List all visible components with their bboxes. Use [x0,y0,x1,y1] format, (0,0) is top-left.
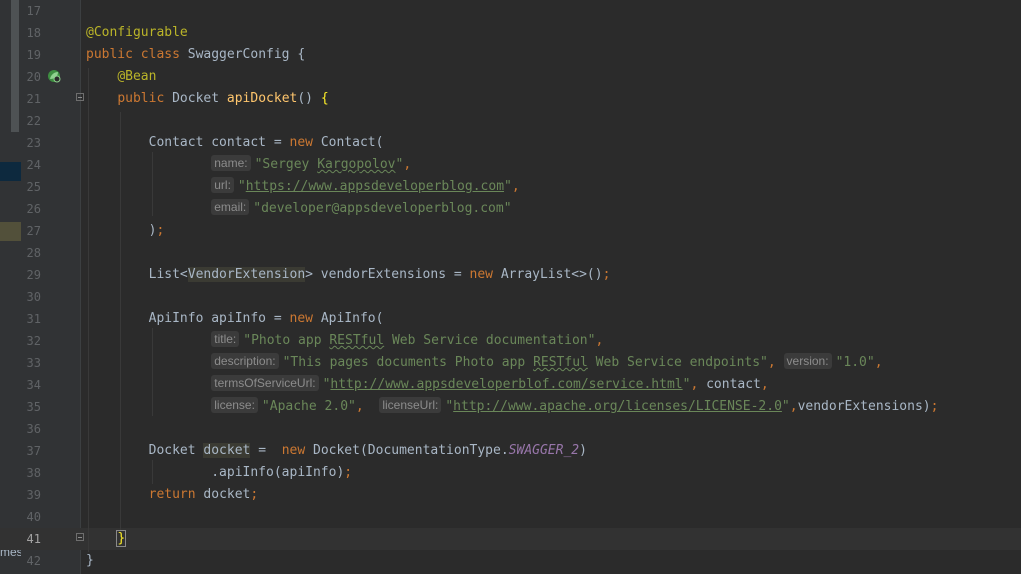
parameter-hint: description: [211,353,279,369]
code-text[interactable]: return docket; [86,484,259,506]
code-line[interactable]: 19 public class SwaggerConfig { [0,44,1021,66]
code-line[interactable]: 40 [0,506,1021,528]
code-text[interactable]: @Configurable [86,22,188,44]
line-number: 28 [26,246,41,260]
parameter-hint: name: [211,155,251,171]
code-text[interactable]: } [86,550,94,572]
code-text[interactable]: public class SwaggerConfig { [86,44,305,66]
code-line[interactable]: 35 license: "Apache 2.0", licenseUrl: "htt… [0,396,1021,418]
code-line[interactable]: 17 [0,0,1021,22]
code-text[interactable]: license: "Apache 2.0", licenseUrl: "http:/… [86,396,938,418]
parameter-hint: url: [211,177,234,193]
code-line[interactable]: 41 } [0,528,1021,550]
parameter-hint: termsOfServiceUrl: [211,375,319,391]
code-line[interactable]: 22 [0,110,1021,132]
line-number: 26 [26,202,41,216]
code-text[interactable]: Contact contact = new Contact( [86,132,384,154]
line-number: 32 [26,334,41,348]
code-line[interactable]: 20 @Bean [0,66,1021,88]
line-number: 27 [26,224,41,238]
line-number: 38 [26,466,41,480]
code-text[interactable]: @Bean [86,66,156,88]
line-number: 19 [26,48,41,62]
code-text[interactable]: .apiInfo(apiInfo); [86,462,352,484]
code-line[interactable]: 27 ); [0,220,1021,242]
line-number: 39 [26,488,41,502]
line-number: 33 [26,356,41,370]
line-number: 21 [26,92,41,106]
line-number: 35 [26,400,41,414]
indent-guide [152,328,153,416]
code-text[interactable]: } [86,528,127,550]
code-text[interactable]: termsOfServiceUrl: "http://www.appsdevelo… [86,374,769,396]
code-line[interactable]: 32 title: "Photo app RESTful Web Service … [0,330,1021,352]
line-number: 42 [26,554,41,568]
line-number: 17 [26,4,41,18]
indent-guide [88,68,89,552]
code-line[interactable]: 34 termsOfServiceUrl: "http://www.appsdev… [0,374,1021,396]
fold-marker[interactable] [76,93,84,101]
line-number: 20 [26,70,41,84]
line-number: 29 [26,268,41,282]
code-text[interactable]: name: "Sergey Kargopolov", [86,154,411,176]
line-number: 23 [26,136,41,150]
code-line[interactable]: 29 List<VendorExtension> vendorExtension… [0,264,1021,286]
line-number: 25 [26,180,41,194]
indent-guide [120,112,121,530]
code-line[interactable]: 26 email: "developer@appsdeveloperblog.co… [0,198,1021,220]
code-text[interactable]: title: "Photo app RESTful Web Service doc… [86,330,603,352]
code-line[interactable]: 18 @Configurable [0,22,1021,44]
parameter-hint: email: [211,199,250,215]
code-line[interactable]: 25 url: "https://www.appsdeveloperblog.co… [0,176,1021,198]
spring-bean-icon[interactable] [47,69,61,83]
code-line[interactable]: 24 name: "Sergey Kargopolov", [0,154,1021,176]
indent-guide [152,152,153,216]
parameter-hint: licenseUrl: [379,397,442,413]
code-text[interactable]: public Docket apiDocket() { [86,88,328,110]
line-number: 41 [26,532,41,546]
code-text[interactable]: email: "developer@appsdeveloperblog.com" [86,198,512,220]
code-line[interactable]: 42} [0,550,1021,572]
code-text[interactable]: Docket docket = new Docket(Documentation… [86,440,587,462]
code-text[interactable]: ApiInfo apiInfo = new ApiInfo( [86,308,384,330]
line-number: 40 [26,510,41,524]
code-line[interactable]: 38 .apiInfo(apiInfo); [0,462,1021,484]
code-text[interactable]: List<VendorExtension> vendorExtensions =… [86,264,610,286]
code-line[interactable]: 39 return docket; [0,484,1021,506]
line-number: 34 [26,378,41,392]
code-line[interactable]: 28 [0,242,1021,264]
line-number: 36 [26,422,41,436]
code-text[interactable]: description: "This pages documents Photo … [86,352,883,374]
code-line[interactable]: 23 Contact contact = new Contact( [0,132,1021,154]
line-number: 30 [26,290,41,304]
code-line[interactable]: 31 ApiInfo apiInfo = new ApiInfo( [0,308,1021,330]
code-line[interactable]: 36 [0,418,1021,440]
line-number: 31 [26,312,41,326]
code-line[interactable]: 37 Docket docket = new Docket(Documentat… [0,440,1021,462]
line-number: 22 [26,114,41,128]
fold-marker[interactable] [76,533,84,541]
code-line[interactable]: 21 public Docket apiDocket() { [0,88,1021,110]
code-text[interactable]: ); [86,220,165,242]
line-number: 37 [26,444,41,458]
parameter-hint: title: [211,331,240,347]
parameter-hint: version: [783,353,832,369]
code-line[interactable]: 33 description: "This pages documents Pho… [0,352,1021,374]
indent-guide [152,460,153,484]
line-number: 18 [26,26,41,40]
line-number: 24 [26,158,41,172]
code-line[interactable]: 30 [0,286,1021,308]
parameter-hint: license: [211,397,258,413]
